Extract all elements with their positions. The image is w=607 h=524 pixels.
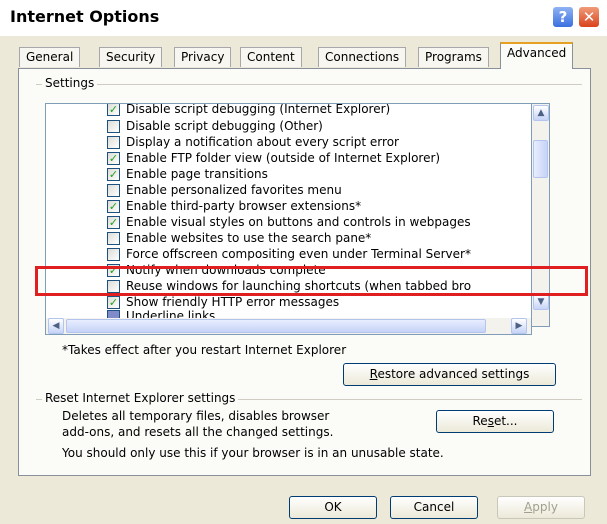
close-icon: ✕	[582, 8, 596, 26]
ok-button[interactable]: OK	[289, 496, 377, 519]
list-item[interactable]: Disable script debugging (Other)	[46, 118, 516, 135]
checkmark-icon: ✓	[108, 216, 119, 229]
checkmark-icon: ✓	[108, 103, 119, 116]
chevron-up-icon: ▲	[537, 108, 545, 118]
help-icon: ?	[558, 8, 568, 26]
checkbox[interactable]: ✓	[107, 200, 120, 213]
title-bar: Internet Options ? ✕	[0, 0, 607, 36]
chevron-right-icon: ▶	[515, 321, 523, 331]
list-item-label: Enable third-party browser extensions*	[126, 199, 362, 213]
scroll-right-button[interactable]: ▶	[511, 318, 527, 334]
list-item-label: Force offscreen compositing even under T…	[126, 247, 471, 261]
settings-group-title: Settings	[42, 76, 98, 90]
reset-group-title: Reset Internet Explorer settings	[42, 391, 239, 405]
reset-button[interactable]: Reset...	[436, 410, 554, 433]
list-item[interactable]: ✓ Disable script debugging (Internet Exp…	[46, 103, 516, 118]
checkbox[interactable]: ✓	[107, 152, 120, 165]
checkbox[interactable]	[107, 120, 120, 133]
scroll-thumb[interactable]	[533, 140, 548, 178]
list-item-label: Disable script debugging (Internet Explo…	[126, 103, 391, 116]
dialog-title: Internet Options	[10, 7, 160, 26]
close-button[interactable]: ✕	[578, 6, 600, 28]
reset-warning: You should only use this if your browser…	[62, 446, 444, 460]
checkbox[interactable]: ✓	[107, 168, 120, 181]
list-item[interactable]: ✓ Enable page transitions	[46, 166, 516, 183]
highlight-annotation-box	[35, 266, 588, 296]
list-item[interactable]: ✓ Enable visual styles on buttons and co…	[46, 214, 516, 231]
checkbox[interactable]	[107, 136, 120, 149]
scroll-up-button[interactable]: ▲	[533, 105, 549, 121]
chevron-down-icon: ▼	[537, 297, 545, 307]
tab-programs[interactable]: Programs	[418, 47, 489, 67]
list-item-label: Enable visual styles on buttons and cont…	[126, 215, 471, 229]
restore-advanced-settings-button[interactable]: Restore advanced settings	[343, 363, 556, 386]
horizontal-scrollbar[interactable]: ◀ ▶	[45, 318, 532, 335]
tab-general[interactable]: General	[19, 47, 81, 67]
list-item-label: Enable page transitions	[126, 167, 268, 181]
tab-content[interactable]: Content	[240, 47, 302, 67]
list-item[interactable]: ✓ Enable third-party browser extensions*	[46, 198, 516, 215]
tab-privacy[interactable]: Privacy	[174, 47, 232, 67]
list-item-label: Enable personalized favorites menu	[126, 183, 342, 197]
list-item-label: Enable FTP folder view (outside of Inter…	[126, 151, 441, 165]
restore-label-post: estore advanced settings	[377, 367, 530, 381]
scroll-down-button[interactable]: ▼	[533, 294, 549, 310]
chevron-left-icon: ◀	[52, 321, 60, 331]
checkbox[interactable]: ✓	[107, 216, 120, 229]
checkbox[interactable]: ✓	[107, 103, 120, 116]
tab-advanced[interactable]: Advanced	[500, 42, 574, 69]
scroll-left-button[interactable]: ◀	[48, 318, 64, 334]
horizontal-scroll-thumb[interactable]	[66, 319, 486, 333]
settings-group-border	[36, 84, 582, 85]
reset-label-post: et...	[493, 414, 518, 428]
apply-button[interactable]: Apply	[497, 496, 585, 519]
list-item-label: Enable websites to use the search pane*	[126, 231, 372, 245]
checkmark-icon: ✓	[108, 168, 119, 181]
list-item[interactable]: Enable personalized favorites menu	[46, 182, 516, 199]
tab-strip: General Security Privacy Content Connect…	[0, 36, 607, 69]
internet-options-dialog: Internet Options ? ✕ General Security Pr…	[0, 0, 607, 524]
checkmark-icon: ✓	[108, 200, 119, 213]
list-item-label: Disable script debugging (Other)	[126, 119, 323, 133]
apply-label-post: pply	[532, 500, 558, 514]
checkbox[interactable]	[107, 248, 120, 261]
list-item[interactable]: Display a notification about every scrip…	[46, 134, 516, 151]
cancel-button[interactable]: Cancel	[390, 496, 478, 519]
checkmark-icon: ✓	[108, 152, 119, 165]
help-button[interactable]: ?	[552, 6, 574, 28]
list-item[interactable]: Force offscreen compositing even under T…	[46, 246, 516, 263]
list-item[interactable]: Enable websites to use the search pane*	[46, 230, 516, 247]
checkbox[interactable]	[107, 184, 120, 197]
checkbox[interactable]	[107, 232, 120, 245]
reset-description-line2: add-ons, and resets all the changed sett…	[62, 425, 334, 439]
tab-security[interactable]: Security	[99, 47, 163, 67]
reset-description-line1: Deletes all temporary files, disables br…	[62, 409, 330, 423]
tab-connections[interactable]: Connections	[318, 47, 407, 67]
reset-label-pre: Re	[472, 414, 488, 428]
list-item[interactable]: ✓ Enable FTP folder view (outside of Int…	[46, 150, 516, 167]
restart-footnote: *Takes effect after you restart Internet…	[62, 343, 347, 357]
list-item-label: Display a notification about every scrip…	[126, 135, 399, 149]
